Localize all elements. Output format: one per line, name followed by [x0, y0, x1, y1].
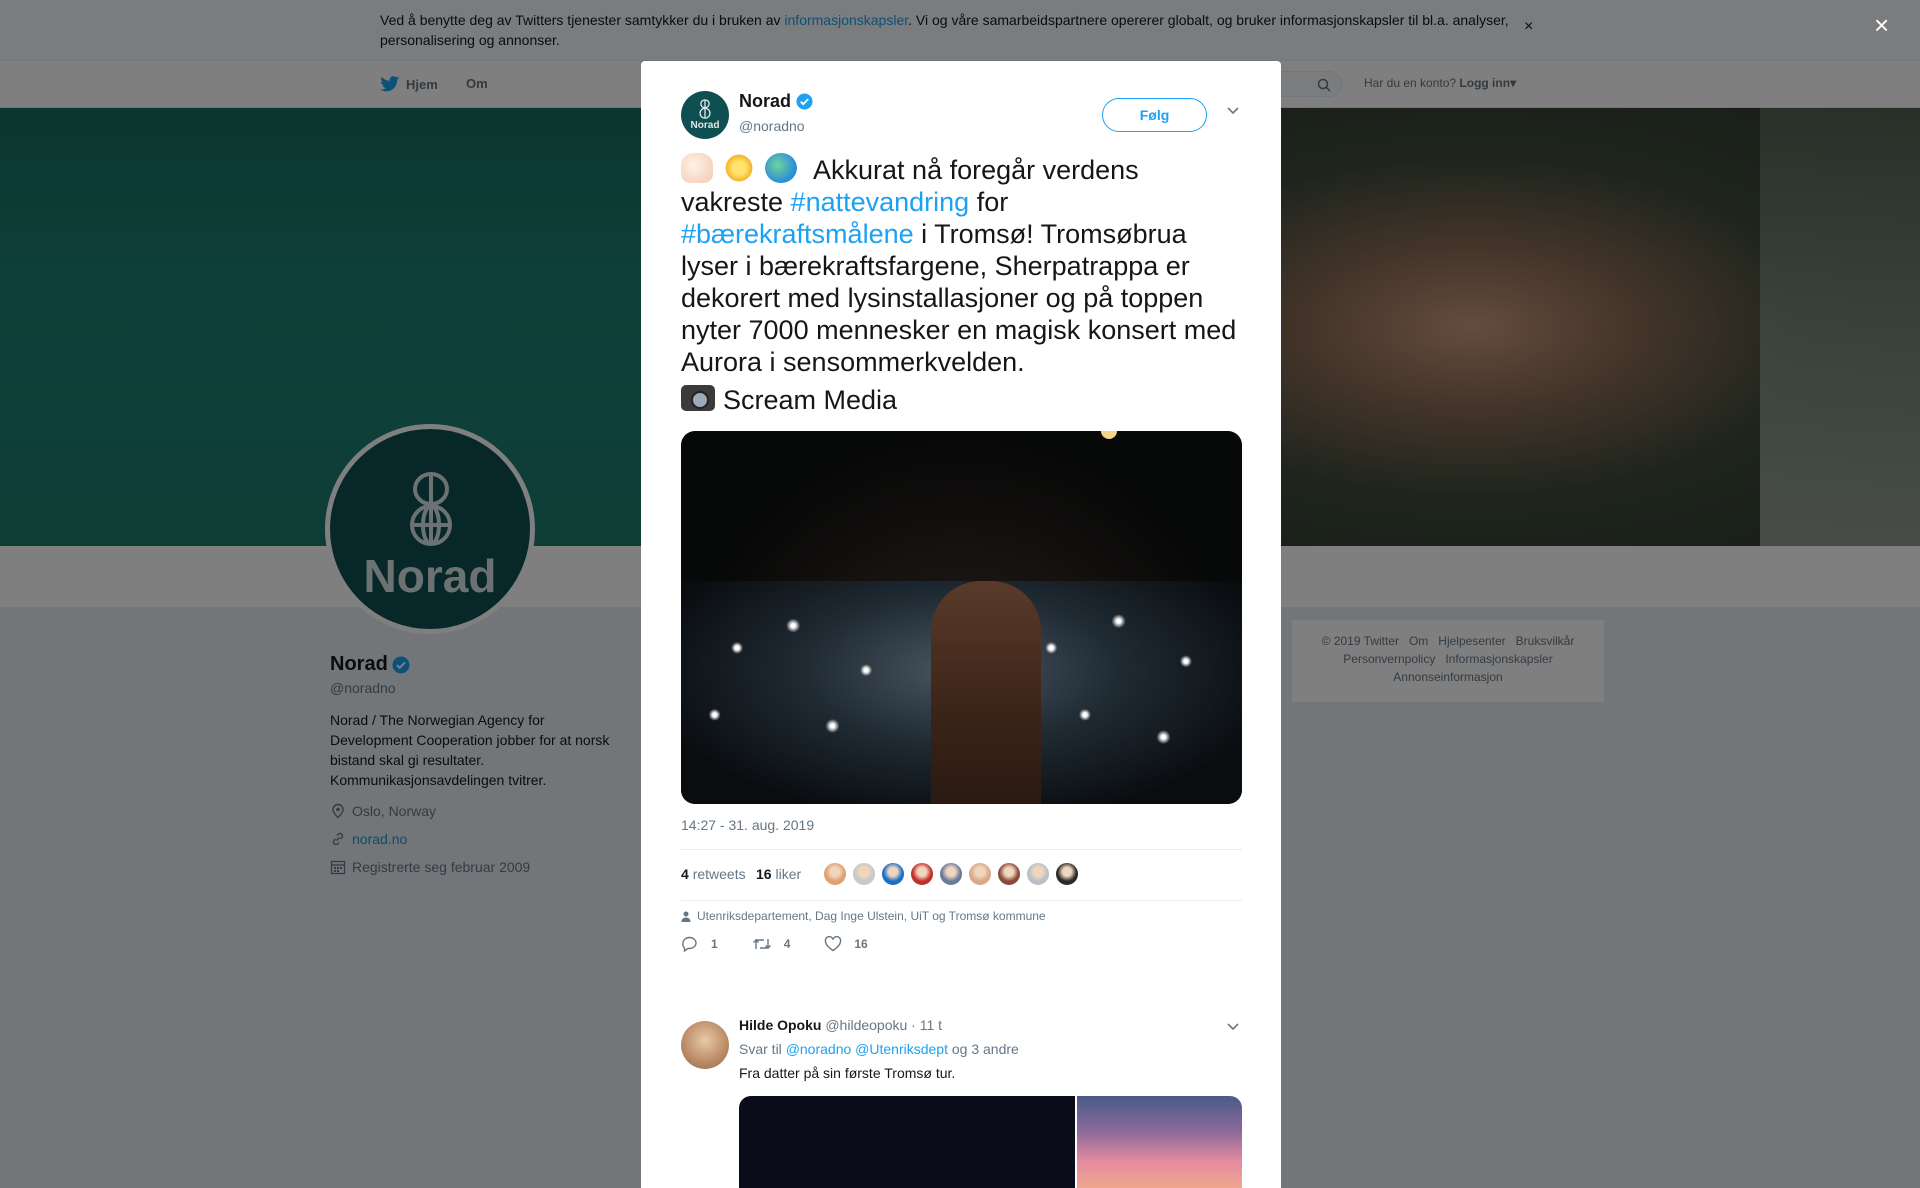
reply-photo-2[interactable]	[1077, 1096, 1242, 1188]
camera-emoji-icon	[681, 385, 715, 411]
dizzy-star-emoji-icon	[723, 153, 755, 183]
likes-stat-count: 16	[756, 866, 772, 882]
likers-avatars	[823, 862, 1084, 886]
reply-author-name[interactable]: Hilde Opoku	[739, 1017, 821, 1033]
tweet-modal: Norad Norad @noradno Følg Akkurat nå for…	[641, 61, 1281, 1188]
tweet-avatar-text: Norad	[690, 120, 720, 131]
liker-avatar[interactable]	[939, 862, 963, 886]
tweet-text: Akkurat nå foregår verdens vakreste #nat…	[681, 153, 1241, 416]
tweet-author-name-text: Norad	[739, 91, 792, 111]
liker-avatar[interactable]	[881, 862, 905, 886]
globe-emoji-icon	[765, 153, 797, 183]
likes-stat[interactable]: 16 liker	[756, 866, 801, 882]
hashtag-baerekraftsmalene[interactable]: #bærekraftsmålene	[681, 219, 914, 249]
like-count: 16	[854, 937, 868, 951]
chevron-down-icon[interactable]	[1226, 1021, 1240, 1031]
tweet-author-avatar[interactable]: Norad	[681, 91, 729, 139]
like-button[interactable]: 16	[824, 936, 868, 952]
reply-to-others[interactable]: og 3 andre	[952, 1041, 1019, 1057]
photo-performer	[931, 581, 1041, 804]
follow-button[interactable]: Følg	[1102, 98, 1207, 132]
retweet-count: 4	[783, 937, 791, 951]
reply-time[interactable]: · 11 t	[911, 1017, 942, 1033]
liked-by: Utenriksdepartement, Dag Inge Ulstein, U…	[681, 909, 1046, 923]
retweets-stat-count: 4	[681, 866, 689, 882]
liker-avatar[interactable]	[997, 862, 1021, 886]
liker-avatar[interactable]	[968, 862, 992, 886]
liker-avatar[interactable]	[910, 862, 934, 886]
tweet-photo[interactable]	[681, 431, 1242, 804]
chevron-down-icon[interactable]	[1226, 105, 1240, 115]
modal-close-button[interactable]: ×	[1874, 12, 1889, 38]
tweet-text-part-2: for	[969, 187, 1009, 217]
reply-to: Svar til @noradno @Utenriksdept og 3 and…	[739, 1041, 1019, 1057]
liker-avatar[interactable]	[823, 862, 847, 886]
reply-author-avatar[interactable]	[681, 1021, 729, 1069]
tweet-credit-text: Scream Media	[723, 385, 898, 415]
reply-button[interactable]: 1	[681, 936, 718, 952]
liker-avatar[interactable]	[1026, 862, 1050, 886]
retweets-stat[interactable]: 4 retweets	[681, 866, 746, 882]
liker-avatar[interactable]	[852, 862, 876, 886]
tweet-author-handle[interactable]: @noradno	[739, 118, 805, 134]
tweet-stats: 4 retweets 16 liker	[681, 849, 1242, 901]
mention-noradno[interactable]: @noradno	[786, 1041, 852, 1057]
reply-tweet[interactable]: Hilde Opoku @hildeopoku · 11 t Svar til …	[641, 991, 1281, 1188]
tweet-author-name[interactable]: Norad	[739, 91, 813, 112]
liker-avatar[interactable]	[1055, 862, 1079, 886]
reply-icon	[682, 936, 697, 952]
globe-logo-icon	[699, 99, 711, 119]
liked-by-text[interactable]: Utenriksdepartement, Dag Inge Ulstein, U…	[697, 909, 1046, 923]
likes-stat-label: liker	[775, 866, 802, 882]
mention-utenriksdept[interactable]: @Utenriksdept	[855, 1041, 948, 1057]
reply-count: 1	[711, 937, 718, 951]
reply-author-handle[interactable]: @hildeopoku	[825, 1017, 907, 1033]
photo-moon	[1101, 431, 1117, 439]
reply-photo-1[interactable]	[739, 1096, 1075, 1188]
heart-icon	[825, 936, 842, 952]
verified-badge-icon	[796, 93, 813, 110]
tweet-credit: Scream Media	[681, 384, 1241, 416]
raised-hands-emoji-icon	[681, 153, 713, 183]
retweet-button[interactable]: 4	[752, 936, 791, 952]
reply-header: Hilde Opoku @hildeopoku · 11 t	[739, 1017, 942, 1033]
retweets-stat-label: retweets	[692, 866, 746, 882]
retweet-icon	[752, 939, 771, 949]
tweet-actions: 1 4 16	[681, 936, 902, 952]
tweet-timestamp[interactable]: 14:27 - 31. aug. 2019	[681, 817, 814, 833]
reply-to-label: Svar til	[739, 1041, 782, 1057]
hashtag-nattevandring[interactable]: #nattevandring	[791, 187, 970, 217]
reply-text: Fra datter på sin første Tromsø tur.	[739, 1065, 956, 1081]
person-icon	[681, 911, 691, 922]
